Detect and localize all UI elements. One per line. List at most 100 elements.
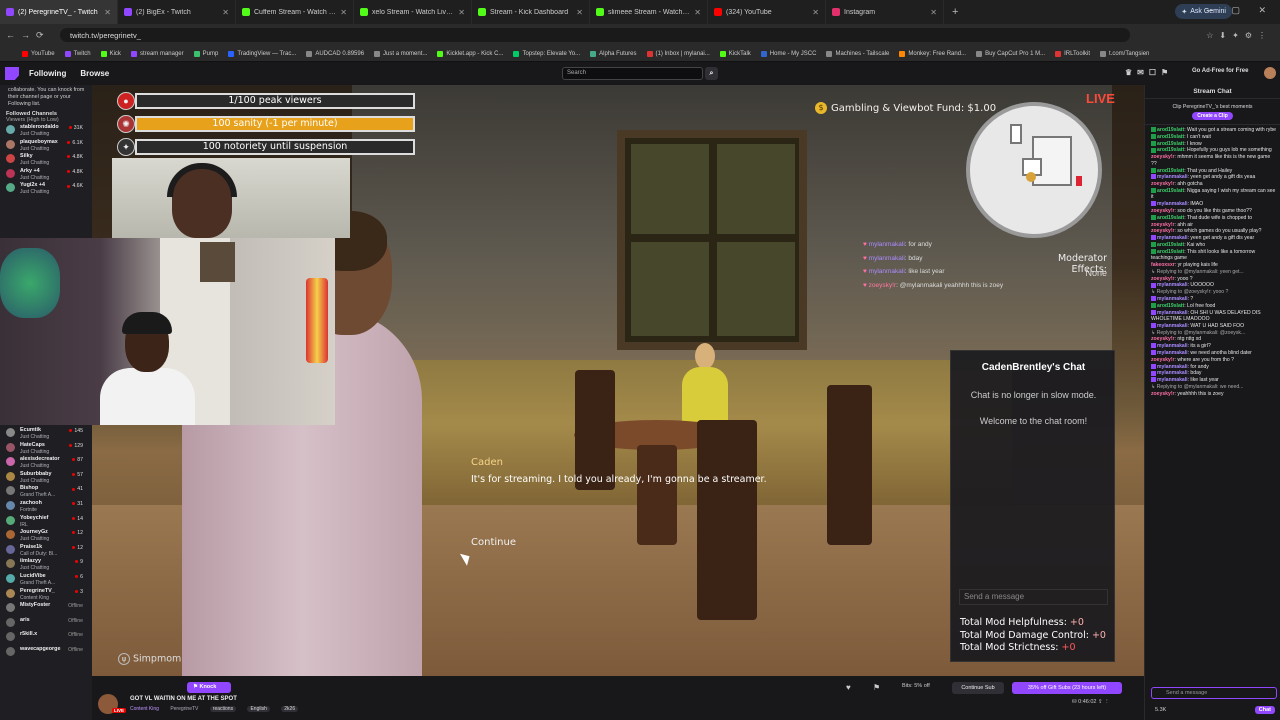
- chat-message[interactable]: mylanmakali: we need anotha blind dater: [1151, 350, 1276, 357]
- chat-username[interactable]: mylanmakali: [1157, 310, 1188, 316]
- chat-input[interactable]: Send a message: [1151, 687, 1277, 699]
- chat-username[interactable]: mylanmakali: [1157, 343, 1188, 349]
- chat-message[interactable]: arod19slatt: That you and Hailey: [1151, 168, 1276, 175]
- browser-tab[interactable]: Instagram ✕: [826, 0, 944, 24]
- chat-message[interactable]: arod19slatt: I can't wait: [1151, 134, 1276, 141]
- knock-button[interactable]: ⚑ Knock: [187, 682, 231, 693]
- chat-username[interactable]: zoeysky!r: [1151, 336, 1175, 342]
- chat-message[interactable]: arod19slatt: Lol free food: [1151, 303, 1276, 310]
- browser-toolbar-icons[interactable]: ☆⬇✦⚙⋮: [1130, 31, 1280, 40]
- close-tab-icon[interactable]: ✕: [340, 8, 347, 17]
- chat-reply-line[interactable]: ↳ Replying to @mylanmakali: we need...: [1151, 384, 1276, 391]
- chat-message[interactable]: mylanmakali: its a girl?: [1151, 343, 1276, 350]
- ad-free-link[interactable]: Go Ad-Free for Free: [1192, 68, 1248, 74]
- chat-username[interactable]: zoeysky!r: [1151, 208, 1175, 214]
- bookmark-item[interactable]: Pump: [193, 50, 218, 57]
- chat-username[interactable]: zoeysky!r: [1151, 181, 1175, 187]
- chat-username[interactable]: zoeysky!r: [1151, 228, 1175, 234]
- user-avatar[interactable]: [1264, 67, 1276, 79]
- chat-username[interactable]: arod19slatt: [1157, 249, 1184, 255]
- chat-username[interactable]: zoeysky!r: [1151, 276, 1175, 282]
- bookmark-item[interactable]: AUDCAD 0.89596: [306, 50, 364, 57]
- bookmark-item[interactable]: YouTube: [22, 50, 55, 57]
- chat-message[interactable]: arod19slatt: Kai who: [1151, 242, 1276, 249]
- chat-username[interactable]: Replying to @zoeysky!r: yooo ?: [1157, 289, 1229, 295]
- browser-tab[interactable]: (2) BigEx - Twitch ✕: [118, 0, 236, 24]
- chat-message[interactable]: arod19slatt: I know: [1151, 141, 1276, 148]
- chat-message[interactable]: arod19slatt: Hopefully you guys lob me s…: [1151, 147, 1276, 154]
- chat-username[interactable]: Replying to @mylanmakali: @zoeysk...: [1157, 330, 1245, 336]
- chat-message[interactable]: zoeysky!r: where are you from tho ?: [1151, 357, 1276, 364]
- chat-username[interactable]: Replying to @mylanmakali: yeen get...: [1157, 269, 1244, 275]
- search-icon[interactable]: ⌕: [705, 67, 718, 80]
- chat-username[interactable]: mylanmakali: [1157, 235, 1188, 241]
- browser-tab[interactable]: slimeee Stream - Watch Live on ✕: [590, 0, 708, 24]
- chat-username[interactable]: mylanmakali: [1157, 296, 1188, 302]
- chat-message[interactable]: arod19slatt: This shit looks like a tomo…: [1151, 249, 1276, 262]
- sidebar-channel[interactable]: Bishop Grand Theft A... 41: [0, 484, 92, 499]
- sidebar-channel[interactable]: LucidVibe Grand Theft A... 6: [0, 572, 92, 587]
- sidebar-channel[interactable]: alexisdecreator Just Chatting 87: [0, 455, 92, 470]
- bookmark-item[interactable]: Buy CapCut Pro 1 M...: [976, 50, 1045, 57]
- window-controls[interactable]: ⌄ ─ ▢ ✕: [1181, 5, 1274, 16]
- chat-message[interactable]: mylanmakali: like last year: [1151, 377, 1276, 384]
- sidebar-channel[interactable]: stablerondaldo Just Chatting 31K: [0, 123, 92, 138]
- sidebar-channel[interactable]: aris Offline: [0, 616, 92, 631]
- browser-tab[interactable]: (2) PeregrineTV_ - Twitch ✕: [0, 0, 118, 24]
- chat-username[interactable]: mylanmakali: [1157, 370, 1188, 376]
- chat-message[interactable]: mylanmakali: bday: [1151, 370, 1276, 377]
- sidebar-channel[interactable]: Yobeychief IRL 14: [0, 514, 92, 529]
- close-tab-icon[interactable]: ✕: [222, 8, 229, 17]
- bookmark-item[interactable]: Alpha Futures: [590, 50, 637, 57]
- chat-message[interactable]: arod19slatt: That dude wife is chopped t…: [1151, 215, 1276, 222]
- bookmark-item[interactable]: IRLToolkit: [1055, 50, 1090, 57]
- chat-username[interactable]: arod19slatt: [1157, 141, 1184, 147]
- chat-message[interactable]: zoeysky!r: so which games do you usually…: [1151, 228, 1276, 235]
- sidebar-channel[interactable]: Arky +4 Just Chatting 4.8K: [0, 167, 92, 182]
- bookmark-item[interactable]: t.com/Tangsien: [1100, 50, 1149, 57]
- close-tab-icon[interactable]: ✕: [694, 8, 701, 17]
- chat-username[interactable]: mylanmakali: [1157, 323, 1188, 329]
- chat-message[interactable]: arod19slatt: Nigga saying I wish my stre…: [1151, 188, 1276, 201]
- chat-username[interactable]: fakeoxsxr: [1151, 262, 1175, 268]
- notification-icons[interactable]: ♛✉☐⚑: [1125, 68, 1173, 77]
- close-tab-icon[interactable]: ✕: [576, 8, 583, 17]
- chat-message[interactable]: mylanmakali: for andy: [1151, 364, 1276, 371]
- chat-username[interactable]: arod19slatt: [1157, 188, 1184, 194]
- chat-username[interactable]: zoeysky!r: [1151, 222, 1175, 228]
- sidebar-channel[interactable]: wavecapgeorge Offline: [0, 645, 92, 660]
- game-chat-input[interactable]: Send a message: [959, 589, 1108, 605]
- chat-username[interactable]: arod19slatt: [1157, 303, 1184, 309]
- browser-tab[interactable]: Stream - Kick Dashboard ✕: [472, 0, 590, 24]
- browse-link[interactable]: Browse: [80, 69, 109, 78]
- chat-username[interactable]: mylanmakali: [1157, 282, 1188, 288]
- chat-username[interactable]: mylanmakali: [1157, 364, 1188, 370]
- bookmark-item[interactable]: Monkey: Free Rand...: [899, 50, 966, 57]
- bookmark-item[interactable]: Topstep: Elevate Yo...: [513, 50, 580, 57]
- chat-username[interactable]: arod19slatt: [1157, 215, 1184, 221]
- chat-send-button[interactable]: Chat: [1254, 706, 1275, 714]
- chat-reply-line[interactable]: ↳ Replying to @mylanmakali: yeen get...: [1151, 269, 1276, 276]
- bits-button[interactable]: Bits: 5% off: [902, 683, 930, 689]
- close-tab-icon[interactable]: ✕: [812, 8, 819, 17]
- close-tab-icon[interactable]: ✕: [458, 8, 465, 17]
- chat-username[interactable]: arod19slatt: [1157, 168, 1184, 174]
- twitch-logo[interactable]: [5, 67, 19, 80]
- chat-message[interactable]: mylanmakali: yeen get andy a gift dis ye…: [1151, 235, 1276, 242]
- chat-message[interactable]: mylanmakali: yeen get andy a gift dis ye…: [1151, 174, 1276, 181]
- url-field[interactable]: twitch.tv/peregrinetv_: [60, 28, 1130, 42]
- chat-message[interactable]: mylanmakali: WAT U HAD SAID FOO: [1151, 323, 1276, 330]
- sidebar-channel[interactable]: MistyFoster Offline: [0, 601, 92, 616]
- chat-message[interactable]: zoeysky!r: yooo ?: [1151, 276, 1276, 283]
- close-tab-icon[interactable]: ✕: [930, 8, 937, 17]
- chat-username[interactable]: arod19slatt: [1157, 242, 1184, 248]
- chat-username[interactable]: zoeysky!r: [1151, 154, 1175, 160]
- sidebar-channel[interactable]: r5kill.x Offline: [0, 630, 92, 645]
- new-tab-button[interactable]: +: [944, 6, 966, 18]
- bookmark-item[interactable]: Machines - Tailscale: [826, 50, 889, 57]
- close-tab-icon[interactable]: ✕: [104, 8, 111, 17]
- chat-reply-line[interactable]: ↳ Replying to @mylanmakali: @zoeysk...: [1151, 330, 1276, 337]
- sidebar-channel[interactable]: iimlazyy Just Chatting 9: [0, 557, 92, 572]
- chat-message[interactable]: mylanmakali: UOOOOO: [1151, 282, 1276, 289]
- chat-username[interactable]: Replying to @mylanmakali: we need...: [1157, 384, 1244, 390]
